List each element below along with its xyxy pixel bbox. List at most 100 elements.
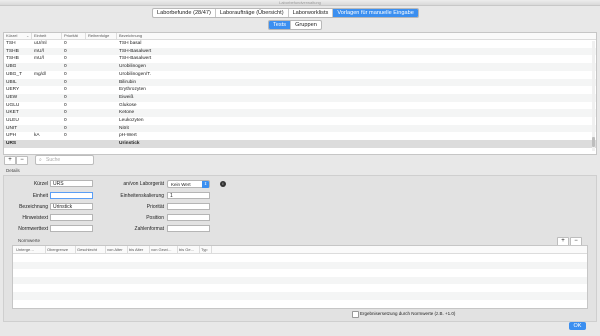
col-bis-gewicht[interactable]: bis Ge… bbox=[179, 246, 199, 253]
table-row[interactable]: TSHB mU/l 0 TSH-Basalwert bbox=[4, 47, 596, 56]
normwerte-table-header: Unterge… Obergrenze Geschlecht von Alter… bbox=[13, 246, 587, 254]
cell-bezeichnung: TSH basal bbox=[119, 41, 142, 46]
table-row-selected[interactable]: URS Urinstick bbox=[4, 140, 596, 148]
label-hinweistext: Hinweistext bbox=[22, 215, 48, 221]
cell-prioritaet: 0 bbox=[64, 64, 67, 70]
table-row[interactable]: UBG 0 Urobilinogen bbox=[4, 63, 596, 71]
col-prioritaet[interactable]: Priorität bbox=[64, 33, 78, 39]
cell-kuerzel: UERY bbox=[6, 87, 20, 93]
cell-bezeichnung: pH-Wert bbox=[119, 133, 137, 139]
column-separator bbox=[116, 33, 117, 39]
normwert-row-empty bbox=[13, 284, 587, 292]
tab-tests[interactable]: Tests bbox=[269, 21, 292, 29]
col-von-gewicht[interactable]: von Gewi… bbox=[151, 246, 176, 253]
laborgeraet-select[interactable]: Kein Wert ⇕ bbox=[167, 180, 210, 188]
column-separator bbox=[177, 246, 178, 253]
col-einheit[interactable]: Einheit bbox=[34, 33, 46, 39]
tab-laborbefunde[interactable]: Laborbefunde (28/47) bbox=[153, 9, 216, 17]
einheitenskalierung-field[interactable]: 1 bbox=[167, 192, 210, 199]
cell-kuerzel: UBG bbox=[6, 64, 17, 70]
table-row[interactable]: UNIT 0 Nitrit bbox=[4, 124, 596, 133]
cell-bezeichnung: Leukozyten bbox=[119, 118, 144, 123]
col-bis-alter[interactable]: bis Alter bbox=[129, 246, 149, 253]
col-geschlecht[interactable]: Geschlecht bbox=[77, 246, 105, 253]
hinweistext-field[interactable] bbox=[50, 214, 93, 221]
cell-bezeichnung: Eiweiß bbox=[119, 94, 134, 100]
label-kuerzel: Kürzel bbox=[33, 181, 48, 187]
search-icon: ⌕ bbox=[39, 157, 42, 163]
prioritaet-field[interactable] bbox=[167, 203, 210, 210]
tab-laborauftraege[interactable]: Laboraufträge (Übersicht) bbox=[216, 9, 289, 17]
cell-kuerzel: UKET bbox=[6, 110, 19, 116]
cell-prioritaet: 0 bbox=[64, 48, 67, 54]
table-row[interactable]: UERY 0 Erythrozyten bbox=[4, 86, 596, 94]
cell-kuerzel: UNIT bbox=[6, 125, 18, 131]
cell-prioritaet: 0 bbox=[64, 102, 67, 108]
cell-einheit: mU/l bbox=[34, 48, 44, 54]
cell-prioritaet: 0 bbox=[64, 41, 67, 46]
table-row[interactable]: UPH kA 0 pH-Wert bbox=[4, 132, 596, 140]
cell-prioritaet: 0 bbox=[64, 56, 67, 62]
normwert-row-empty bbox=[13, 299, 587, 308]
cell-bezeichnung: Urobilinogen bbox=[119, 64, 146, 70]
cell-bezeichnung: Glukose bbox=[119, 102, 137, 108]
table-row[interactable]: UBIL 0 Bilirubin bbox=[4, 78, 596, 87]
normwert-row-empty bbox=[13, 269, 587, 277]
cell-prioritaet: 0 bbox=[64, 133, 67, 139]
cell-kuerzel: UBG_T bbox=[6, 71, 22, 77]
column-separator bbox=[31, 33, 32, 39]
cell-einheit: uU/ml bbox=[34, 41, 47, 46]
table-row[interactable]: UEW 0 Eiweiß bbox=[4, 93, 596, 102]
search-field[interactable]: ⌕ Suche bbox=[35, 155, 94, 165]
cell-prioritaet: 0 bbox=[64, 125, 67, 131]
column-separator bbox=[211, 246, 212, 253]
table-row[interactable]: TSH uU/ml 0 TSH basal bbox=[4, 40, 596, 48]
col-untergrenze[interactable]: Unterge… bbox=[16, 246, 44, 253]
column-separator bbox=[199, 246, 200, 253]
cell-kuerzel: UBIL bbox=[6, 79, 17, 85]
info-icon[interactable]: i bbox=[220, 181, 226, 187]
tab-laborworklists[interactable]: Laborworklists bbox=[289, 9, 334, 17]
col-obergrenze[interactable]: Obergrenze bbox=[47, 246, 75, 253]
laborgeraet-value: Kein Wert bbox=[171, 182, 191, 187]
cell-bezeichnung: Nitrit bbox=[119, 125, 129, 131]
col-bezeichnung[interactable]: Bezeichnung bbox=[119, 33, 142, 39]
tests-list: Kürzel ⌄ Einheit Priorität Reihenfolge B… bbox=[3, 32, 597, 155]
bezeichnung-field[interactable]: Urinstick bbox=[50, 203, 93, 210]
table-row[interactable]: ULEU 0 Leukozyten bbox=[4, 117, 596, 125]
scrollbar-thumb[interactable] bbox=[592, 137, 595, 147]
normwerttext-field[interactable] bbox=[50, 225, 93, 232]
position-field[interactable] bbox=[167, 214, 210, 221]
remove-test-button[interactable]: − bbox=[16, 156, 28, 165]
col-reihenfolge[interactable]: Reihenfolge bbox=[88, 33, 109, 39]
normwerte-table: Unterge… Obergrenze Geschlecht von Alter… bbox=[12, 245, 588, 309]
tab-gruppen[interactable]: Gruppen bbox=[291, 21, 321, 29]
cell-kuerzel: URS bbox=[6, 141, 17, 147]
table-row[interactable]: TSHB mU/l 0 TSH-Basalwert bbox=[4, 55, 596, 63]
tab-vorlagen[interactable]: Vorlagen für manuelle Eingabe bbox=[333, 9, 418, 17]
cell-kuerzel: UPH bbox=[6, 133, 17, 139]
cell-kuerzel: ULEU bbox=[6, 118, 19, 123]
col-von-alter[interactable]: von Alter bbox=[107, 246, 127, 253]
cell-bezeichnung: Bilirubin bbox=[119, 79, 137, 85]
label-position: Position bbox=[146, 215, 164, 221]
label-zahlenformat: Zahlenformat bbox=[134, 226, 164, 232]
zahlenformat-field[interactable] bbox=[167, 225, 210, 232]
cell-kuerzel: TSHB bbox=[6, 56, 19, 62]
cell-bezeichnung: TSH-Basalwert bbox=[119, 48, 152, 54]
ergebnisersetzung-checkbox[interactable] bbox=[352, 311, 359, 318]
ok-button[interactable]: OK bbox=[569, 322, 586, 330]
normwert-row-empty bbox=[13, 276, 587, 285]
table-row[interactable]: UKET 0 Ketone bbox=[4, 109, 596, 117]
details-label: Details bbox=[6, 168, 20, 173]
table-row[interactable]: UGLU 0 Glukose bbox=[4, 102, 596, 110]
cell-bezeichnung: Ketone bbox=[119, 110, 135, 116]
add-test-button[interactable]: + bbox=[4, 156, 16, 165]
cell-prioritaet: 0 bbox=[64, 87, 67, 93]
col-kuerzel[interactable]: Kürzel bbox=[6, 33, 17, 39]
table-row[interactable]: UBG_T mg/dl 0 Urobilinogen/T. bbox=[4, 71, 596, 79]
kuerzel-field[interactable]: URS bbox=[50, 180, 93, 187]
einheit-field[interactable] bbox=[50, 192, 93, 199]
sort-icon: ⌄ bbox=[26, 33, 30, 38]
scrollbar[interactable] bbox=[592, 41, 595, 151]
